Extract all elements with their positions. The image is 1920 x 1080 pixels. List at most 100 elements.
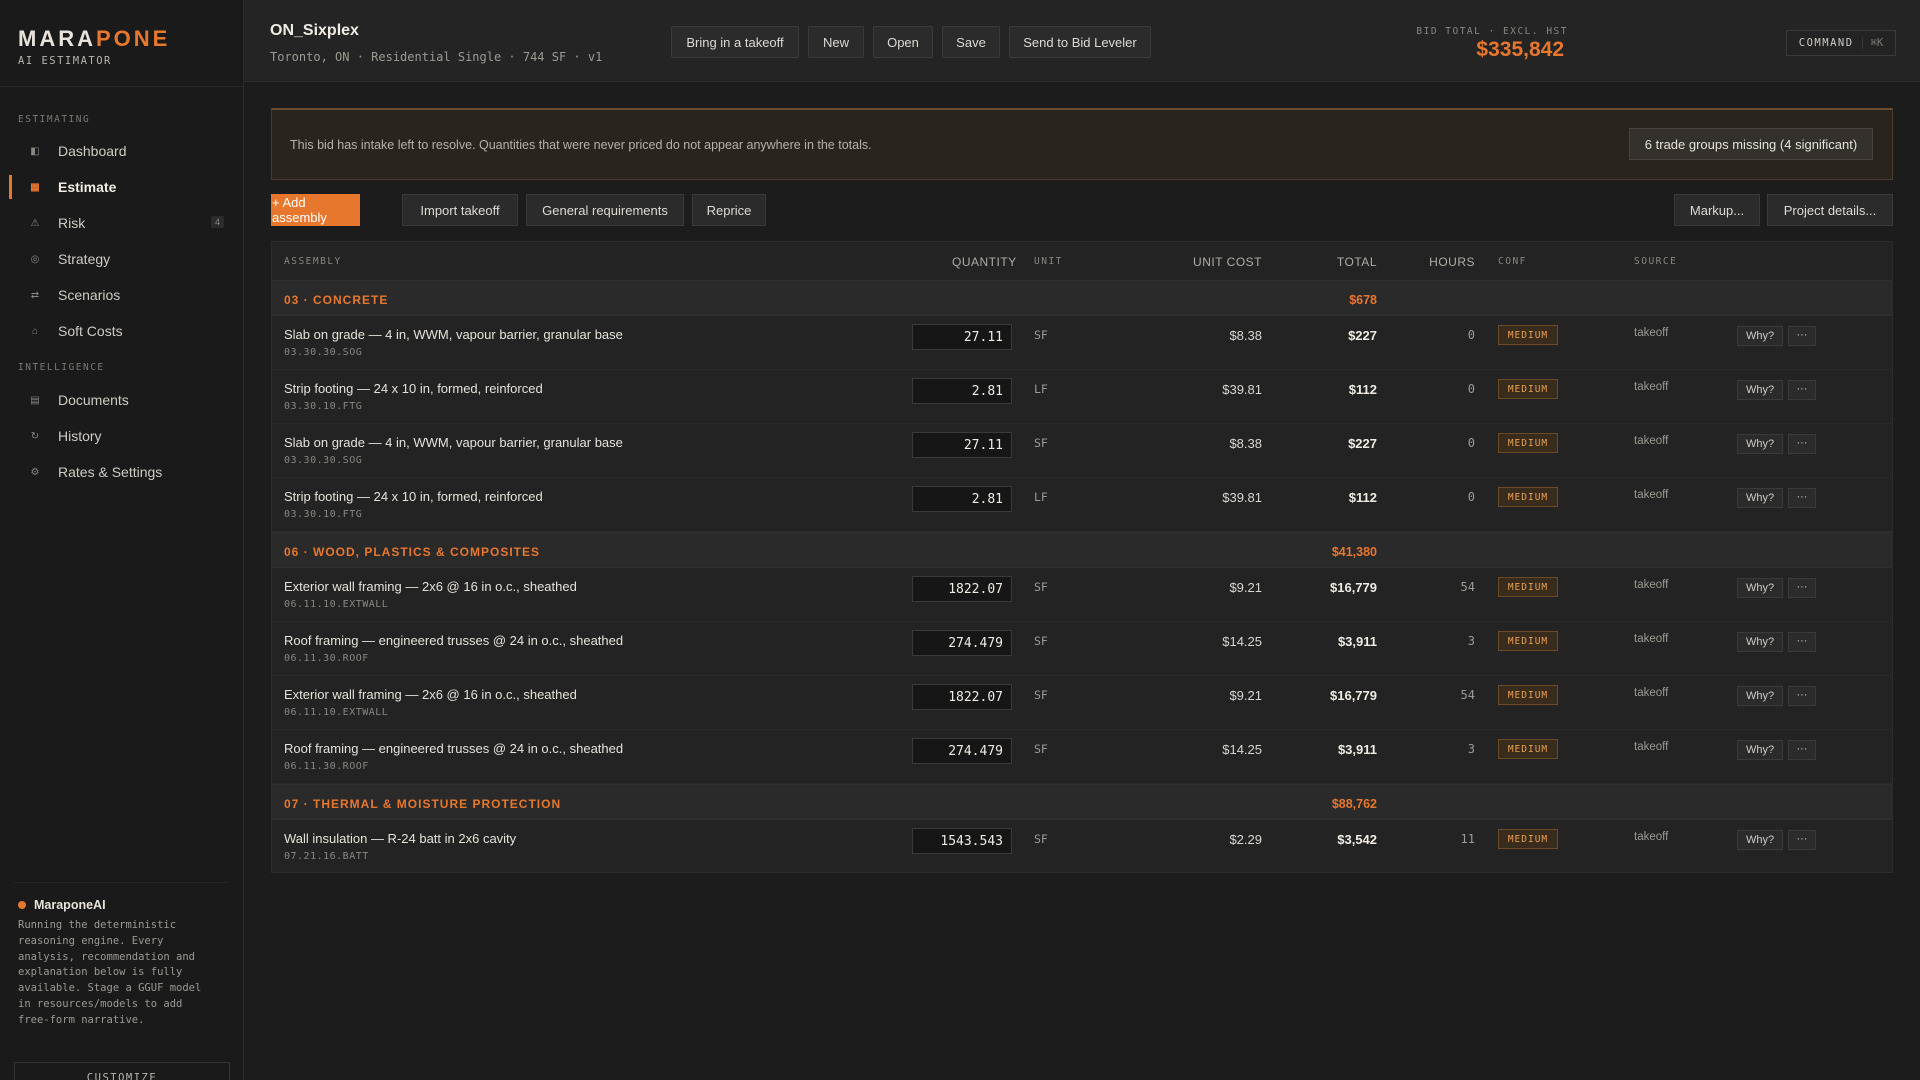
dashboard-icon: ◧ [30,145,40,157]
why-button[interactable]: Why? [1737,740,1783,760]
more-options-button[interactable]: ··· [1788,326,1816,346]
hours: 3 [1467,742,1475,756]
assembly-code: 07.21.16.BATT [284,851,369,862]
hours: 3 [1467,634,1475,648]
why-button[interactable]: Why? [1737,686,1783,706]
send-to-bid-leveler-button[interactable]: Send to Bid Leveler [1009,26,1151,58]
group-row[interactable]: 03 · CONCRETE $678 [272,280,1892,316]
quantity-input[interactable]: 274.479 [912,738,1012,764]
confidence-badge: MEDIUM [1498,379,1558,399]
why-button[interactable]: Why? [1737,326,1783,346]
source: takeoff [1634,489,1669,501]
confidence-badge: MEDIUM [1498,433,1558,453]
assembly-code: 03.30.10.FTG [284,401,363,412]
sidebar-item-documents[interactable]: ▤ Documents [10,385,234,415]
quantity-input[interactable]: 2.81 [912,378,1012,404]
import-takeoff-button[interactable]: Import takeoff [402,194,518,226]
why-button[interactable]: Why? [1737,380,1783,400]
more-options-button[interactable]: ··· [1788,434,1816,454]
table-row: Exterior wall framing — 2x6 @ 16 in o.c.… [272,676,1892,730]
bring-in-takeoff-button[interactable]: Bring in a takeoff [671,26,799,58]
sidebar-item-soft-costs[interactable]: ⌂ Soft Costs [10,316,234,346]
ai-status-label: MaraponeAI [34,898,106,912]
unit-cost: $8.38 [1229,328,1262,343]
sidebar-item-label: Dashboard [58,143,127,159]
unit: LF [1034,382,1048,396]
open-button[interactable]: Open [873,26,933,58]
alert-text: This bid has intake left to resolve. Qua… [290,138,872,152]
estimate-table: ASSEMBLY QUANTITY UNIT UNIT COST TOTAL H… [271,241,1893,873]
general-requirements-button[interactable]: General requirements [526,194,684,226]
more-options-button[interactable]: ··· [1788,632,1816,652]
why-button[interactable]: Why? [1737,632,1783,652]
sidebar-item-label: Documents [58,392,129,408]
ai-divider [14,882,230,883]
assembly-code: 03.30.10.FTG [284,509,363,520]
sidebar-item-scenarios[interactable]: ⇄ Scenarios [10,280,234,310]
settings-icon: ⚙ [30,466,40,478]
source: takeoff [1634,741,1669,753]
unit: SF [1034,634,1048,648]
sidebar-item-strategy[interactable]: ◎ Strategy [10,244,234,274]
quantity-input[interactable]: 1543.543 [912,828,1012,854]
soft-costs-icon: ⌂ [31,325,39,337]
sidebar-item-risk[interactable]: ⚠ Risk 4 [10,208,234,238]
section-label-estimating: ESTIMATING [18,114,91,125]
project-details-button[interactable]: Project details... [1767,194,1893,226]
hours: 0 [1467,382,1475,396]
sidebar-item-estimate[interactable]: ▦ Estimate [9,172,234,202]
group-row[interactable]: 07 · THERMAL & MOISTURE PROTECTION $88,7… [272,784,1892,820]
quantity-input[interactable]: 27.11 [912,432,1012,458]
why-button[interactable]: Why? [1737,434,1783,454]
more-options-button[interactable]: ··· [1788,488,1816,508]
customize-button[interactable]: CUSTOMIZE [14,1062,230,1080]
more-options-button[interactable]: ··· [1788,830,1816,850]
estimate-icon: ▦ [30,181,40,193]
table-row: Roof framing — engineered trusses @ 24 i… [272,622,1892,676]
command-palette-button[interactable]: COMMAND ⌘K [1786,30,1896,56]
column-header-unit-cost: UNIT COST [1193,255,1262,269]
why-button[interactable]: Why? [1737,578,1783,598]
more-options-button[interactable]: ··· [1788,740,1816,760]
sidebar-item-history[interactable]: ↻ History [10,421,234,451]
source: takeoff [1634,687,1669,699]
assembly-code: 03.30.30.SOG [284,455,363,466]
line-total: $112 [1348,382,1377,397]
why-button[interactable]: Why? [1737,488,1783,508]
new-button[interactable]: New [808,26,864,58]
column-header-unit: UNIT [1034,256,1063,267]
why-button[interactable]: Why? [1737,830,1783,850]
quantity-input[interactable]: 27.11 [912,324,1012,350]
confidence-badge: MEDIUM [1498,325,1558,345]
more-options-button[interactable]: ··· [1788,686,1816,706]
save-button[interactable]: Save [942,26,1000,58]
assembly-name: Exterior wall framing — 2x6 @ 16 in o.c.… [284,579,577,594]
header: ON_Sixplex Toronto, ON · Residential Sin… [244,0,1920,82]
quantity-input[interactable]: 2.81 [912,486,1012,512]
group-total: $41,380 [1331,545,1377,559]
table-row: Wall insulation — R-24 batt in 2x6 cavit… [272,820,1892,874]
reprice-button[interactable]: Reprice [692,194,766,226]
table-row: Roof framing — engineered trusses @ 24 i… [272,730,1892,784]
table-row: Slab on grade — 4 in, WWM, vapour barrie… [272,316,1892,370]
hours: 11 [1460,832,1475,846]
ai-status-text: Running the deterministic reasoning engi… [18,919,202,1026]
logo-wordmark-part-1: MARA [18,26,96,51]
more-options-button[interactable]: ··· [1788,380,1816,400]
group-row[interactable]: 06 · WOOD, PLASTICS & COMPOSITES $41,380 [272,532,1892,568]
quantity-input[interactable]: 1822.07 [912,576,1012,602]
group-name: 06 · WOOD, PLASTICS & COMPOSITES [284,545,541,559]
more-options-button[interactable]: ··· [1788,578,1816,598]
source: takeoff [1634,633,1669,645]
quantity-input[interactable]: 274.479 [912,630,1012,656]
line-total: $16,779 [1330,688,1377,703]
sidebar-item-rates-settings[interactable]: ⚙ Rates & Settings [10,457,234,487]
strategy-icon: ◎ [30,253,40,265]
sidebar-item-dashboard[interactable]: ◧ Dashboard [10,136,234,166]
quantity-input[interactable]: 1822.07 [912,684,1012,710]
column-header-assembly: ASSEMBLY [284,256,342,267]
unit: SF [1034,832,1048,846]
add-assembly-button[interactable]: + Add assembly [271,194,360,226]
missing-trade-groups-button[interactable]: 6 trade groups missing (4 significant) [1629,128,1873,160]
markup-button[interactable]: Markup... [1674,194,1760,226]
